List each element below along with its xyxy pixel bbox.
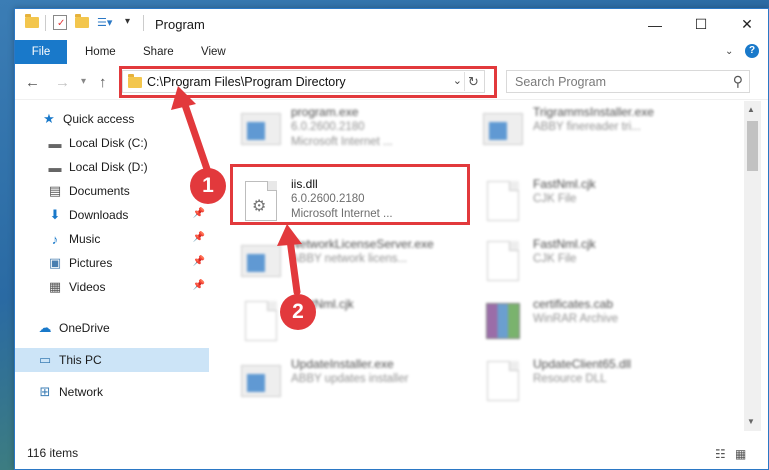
step-2-badge: 2 (280, 294, 316, 330)
step-1-badge: 1 (190, 168, 226, 204)
annotation-arrows (171, 86, 302, 296)
